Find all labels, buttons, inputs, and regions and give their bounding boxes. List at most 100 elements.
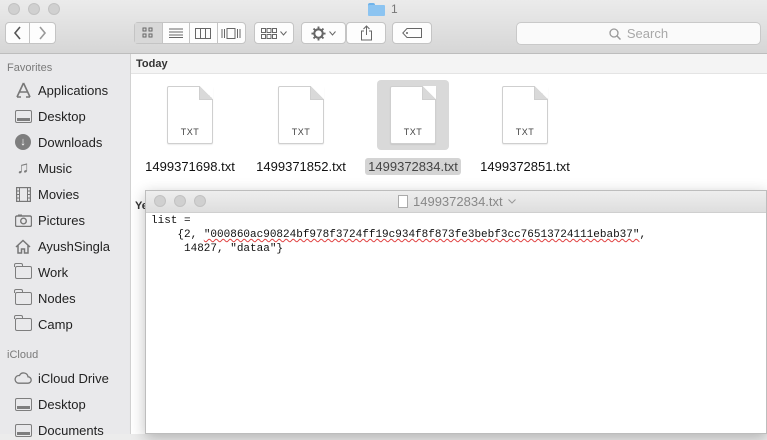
downloads-icon: ↓: [14, 134, 32, 150]
sidebar-item-icloud-desktop[interactable]: Desktop: [14, 394, 86, 414]
sidebar-header-favorites: Favorites: [7, 62, 53, 74]
content-line: 14827, "dataa"}: [151, 243, 284, 255]
desktop-icon: [14, 108, 32, 124]
close-button[interactable]: [8, 3, 20, 15]
folder-icon: [14, 288, 32, 306]
sidebar-item-work[interactable]: Work: [14, 262, 68, 282]
back-button[interactable]: [5, 22, 30, 44]
sidebar-item-label: iCloud Drive: [38, 370, 109, 386]
search-placeholder: Search: [626, 26, 669, 41]
document-icon: [398, 195, 408, 208]
desktop-icon: [14, 396, 32, 412]
tag-icon: [402, 28, 422, 38]
forward-button[interactable]: [30, 22, 56, 44]
sidebar-item-documents[interactable]: Documents: [14, 420, 104, 440]
file-item[interactable]: TXT 1499372851.txt: [470, 80, 580, 175]
sidebar-item-label: Work: [38, 264, 69, 280]
content-line: ,: [639, 229, 647, 241]
file-name: 1499371852.txt: [256, 159, 346, 174]
quick-look-title[interactable]: 1499372834.txt: [398, 194, 516, 209]
sidebar-item-music[interactable]: ♫ Music: [14, 158, 72, 178]
action-button[interactable]: [301, 22, 346, 44]
sidebar-header-icloud: iCloud: [7, 349, 39, 361]
gear-icon: [311, 25, 326, 41]
column-view-icon: [195, 27, 212, 39]
text-file-icon: TXT: [167, 86, 213, 144]
chevron-down-icon: [280, 30, 287, 36]
music-icon: ♫: [16, 158, 30, 177]
file-item[interactable]: TXT 1499371852.txt: [246, 80, 356, 175]
sidebar-item-nodes[interactable]: Nodes: [14, 288, 76, 308]
file-name: 1499372834.txt: [365, 158, 461, 175]
search-icon: [609, 27, 621, 40]
list-view-button[interactable]: [163, 23, 190, 43]
file-extension: TXT: [403, 127, 423, 137]
file-item[interactable]: TXT 1499371698.txt: [135, 80, 245, 175]
folder-icon: [14, 262, 32, 280]
sidebar-item-movies[interactable]: Movies: [14, 184, 79, 204]
cover-flow-icon: [221, 27, 241, 39]
movies-icon: [14, 186, 32, 202]
quick-look-window: 1499372834.txt list = {2, "000860ac90824…: [145, 190, 767, 434]
sidebar-item-label: Downloads: [38, 134, 103, 150]
sidebar-item-applications[interactable]: Applications: [14, 80, 108, 100]
close-button[interactable]: [154, 195, 166, 207]
window-toolbar: 1 Search: [0, 0, 767, 54]
text-file-icon: TXT: [502, 86, 548, 144]
text-file-icon: TXT: [278, 86, 324, 144]
tags-button[interactable]: [392, 22, 432, 44]
file-item-selected[interactable]: TXT 1499372834.txt: [358, 80, 468, 175]
sidebar: Favorites Applications Desktop ↓ Downloa…: [0, 54, 131, 438]
folder-icon: [368, 2, 385, 16]
window-controls: [8, 3, 60, 15]
text-file-icon: TXT: [390, 86, 436, 144]
quick-look-titlebar: 1499372834.txt: [146, 191, 766, 213]
zoom-button[interactable]: [194, 195, 206, 207]
icon-view-icon: [142, 27, 153, 38]
sidebar-item-downloads[interactable]: ↓ Downloads: [14, 132, 102, 152]
share-button[interactable]: [346, 22, 386, 44]
file-name: 1499371698.txt: [145, 159, 235, 174]
quick-look-title-text: 1499372834.txt: [413, 194, 503, 209]
pictures-icon: [14, 212, 32, 228]
sidebar-item-label: Nodes: [38, 290, 76, 306]
folder-icon: [14, 314, 32, 332]
sidebar-item-label: Documents: [38, 422, 104, 438]
column-view-button[interactable]: [190, 23, 218, 43]
search-field[interactable]: Search: [516, 22, 761, 45]
content-line: list =: [151, 215, 191, 227]
sidebar-item-label: Pictures: [38, 212, 85, 228]
minimize-button[interactable]: [28, 3, 40, 15]
sidebar-item-icloud-drive[interactable]: iCloud Drive: [14, 368, 109, 388]
share-icon: [360, 25, 372, 41]
content-hash: "000860ac90824bf978f3724ff19c934f8f873fe…: [203, 229, 640, 241]
sidebar-item-label: Applications: [38, 82, 109, 98]
chevron-down-icon: [329, 30, 336, 36]
cover-flow-button[interactable]: [218, 23, 245, 43]
window-controls: [154, 195, 206, 207]
applications-icon: [14, 82, 32, 98]
chevron-left-icon: [13, 26, 21, 40]
sidebar-item-label: Camp: [38, 316, 73, 332]
sidebar-item-camp[interactable]: Camp: [14, 314, 73, 334]
arrange-button[interactable]: [254, 22, 294, 44]
icon-view-button[interactable]: [135, 23, 163, 43]
content-line: {2,: [151, 229, 204, 241]
window-title: 1: [368, 1, 398, 17]
file-name: 1499372851.txt: [480, 159, 570, 174]
arrange-grid-icon: [261, 27, 277, 39]
list-view-icon: [168, 28, 183, 38]
chevron-right-icon: [39, 26, 47, 40]
sidebar-item-label: Desktop: [38, 108, 86, 124]
sidebar-item-pictures[interactable]: Pictures: [14, 210, 85, 230]
sidebar-item-ayushsingla[interactable]: AyushSingla: [14, 236, 110, 256]
window-title-text: 1: [391, 2, 398, 16]
sidebar-item-desktop[interactable]: Desktop: [14, 106, 86, 126]
cloud-icon: [14, 370, 32, 386]
zoom-button[interactable]: [48, 3, 60, 15]
file-extension: TXT: [515, 127, 535, 137]
file-content[interactable]: list = {2, "000860ac90824bf978f3724ff19c…: [146, 213, 766, 257]
chevron-down-icon: [507, 199, 516, 204]
file-extension: TXT: [180, 127, 200, 137]
minimize-button[interactable]: [174, 195, 186, 207]
